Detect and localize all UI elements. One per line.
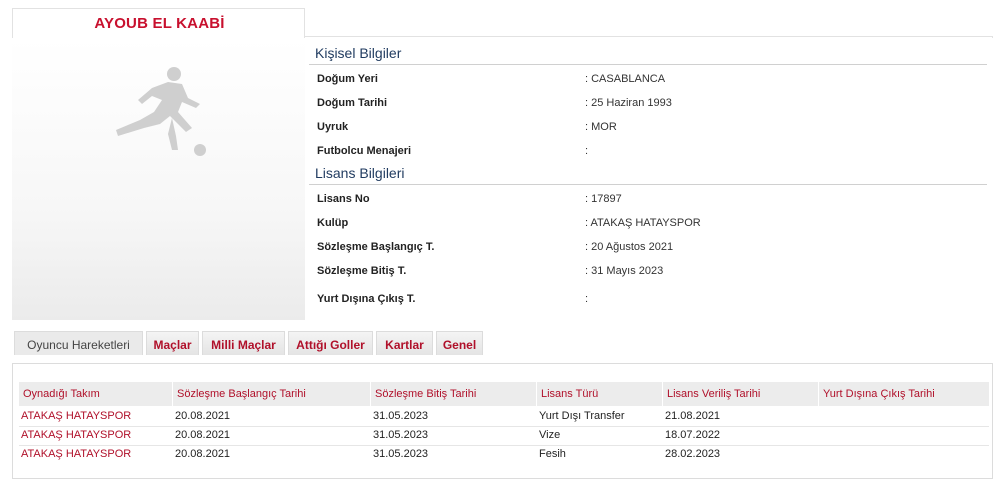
license-no-value: : 17897 <box>585 193 622 205</box>
contract-end-cell: 31.05.2023 <box>373 448 429 460</box>
tab-player-movements[interactable]: Oyuncu Hareketleri <box>14 331 143 355</box>
contract-start-label: Sözleşme Başlangıç T. <box>317 241 435 253</box>
license-issue-date-cell: 28.02.2023 <box>665 448 721 460</box>
personal-info-divider <box>309 64 987 65</box>
nationality-value: : MOR <box>585 121 617 133</box>
player-profile-panel: AYOUB EL KAABİ Kişisel Bilgiler Doğum Ye… <box>12 8 993 320</box>
tab-general[interactable]: Genel <box>436 331 483 355</box>
abroad-exit-label: Yurt Dışına Çıkış T. <box>317 293 416 305</box>
license-issue-date-cell: 21.08.2021 <box>665 410 721 422</box>
player-movements-table: Oynadığı Takım Sözleşme Başlangıç Tarihi… <box>12 363 993 479</box>
column-header-contract-start: Sözleşme Başlangıç Tarihi <box>173 382 371 406</box>
table-row: ATAKAŞ HATAYSPOR 20.08.2021 31.05.2023 F… <box>19 446 989 464</box>
agent-value: : <box>585 145 589 157</box>
contract-end-cell: 31.05.2023 <box>373 410 429 422</box>
license-type-cell: Vize <box>539 429 561 441</box>
birthdate-value: : 25 Haziran 1993 <box>585 97 672 109</box>
team-link[interactable]: ATAKAŞ HATAYSPOR <box>21 410 131 422</box>
license-type-cell: Fesih <box>539 448 566 460</box>
personal-info-title: Kişisel Bilgiler <box>315 45 402 61</box>
contract-start-value: : 20 Ağustos 2021 <box>585 241 674 253</box>
birthplace-label: Doğum Yeri <box>317 73 378 85</box>
abroad-exit-value: : <box>585 293 589 305</box>
player-name-tab: AYOUB EL KAABİ <box>12 8 305 38</box>
birthplace-value: : CASABLANCA <box>585 73 666 85</box>
license-info-divider <box>309 184 987 185</box>
contract-start-cell: 20.08.2021 <box>175 410 231 422</box>
contract-end-cell: 31.05.2023 <box>373 429 429 441</box>
player-photo-area <box>12 38 305 320</box>
player-name: AYOUB EL KAABİ <box>94 15 225 32</box>
contract-end-value: : 31 Mayıs 2023 <box>585 265 664 277</box>
tab-cards[interactable]: Kartlar <box>376 331 433 355</box>
nationality-label: Uyruk <box>317 121 349 133</box>
column-header-contract-end: Sözleşme Bitiş Tarihi <box>371 382 537 406</box>
club-label: Kulüp <box>317 217 349 229</box>
tab-matches[interactable]: Maçlar <box>146 331 199 355</box>
team-link[interactable]: ATAKAŞ HATAYSPOR <box>21 429 131 441</box>
license-issue-date-cell: 18.07.2022 <box>665 429 721 441</box>
license-info-title: Lisans Bilgileri <box>315 165 405 181</box>
contract-start-cell: 20.08.2021 <box>175 429 231 441</box>
column-header-team: Oynadığı Takım <box>19 382 173 406</box>
player-info-box: Kişisel Bilgiler Doğum Yeri : CASABLANCA… <box>305 38 993 320</box>
column-header-abroad-exit-date: Yurt Dışına Çıkış Tarihi <box>823 388 935 400</box>
table-header-row: Oynadığı Takım Sözleşme Başlangıç Tarihi… <box>19 382 989 406</box>
agent-label: Futbolcu Menajeri <box>317 145 412 157</box>
team-link[interactable]: ATAKAŞ HATAYSPOR <box>21 448 131 460</box>
table-row: ATAKAŞ HATAYSPOR 20.08.2021 31.05.2023 Y… <box>19 408 989 427</box>
birthdate-label: Doğum Tarihi <box>317 97 388 109</box>
tab-goals[interactable]: Attığı Goller <box>288 331 373 355</box>
tab-national-matches[interactable]: Milli Maçlar <box>202 331 285 355</box>
column-header-license-type: Lisans Türü <box>537 382 663 406</box>
column-header-license-issue-date: Lisans Veriliş Tarihi <box>663 382 819 406</box>
license-type-cell: Yurt Dışı Transfer <box>539 410 625 422</box>
club-value: : ATAKAŞ HATAYSPOR <box>585 217 701 229</box>
contract-end-label: Sözleşme Bitiş T. <box>317 265 407 277</box>
license-no-label: Lisans No <box>317 193 370 205</box>
football-player-silhouette-icon <box>116 67 206 156</box>
table-row: ATAKAŞ HATAYSPOR 20.08.2021 31.05.2023 V… <box>19 427 989 446</box>
contract-start-cell: 20.08.2021 <box>175 448 231 460</box>
